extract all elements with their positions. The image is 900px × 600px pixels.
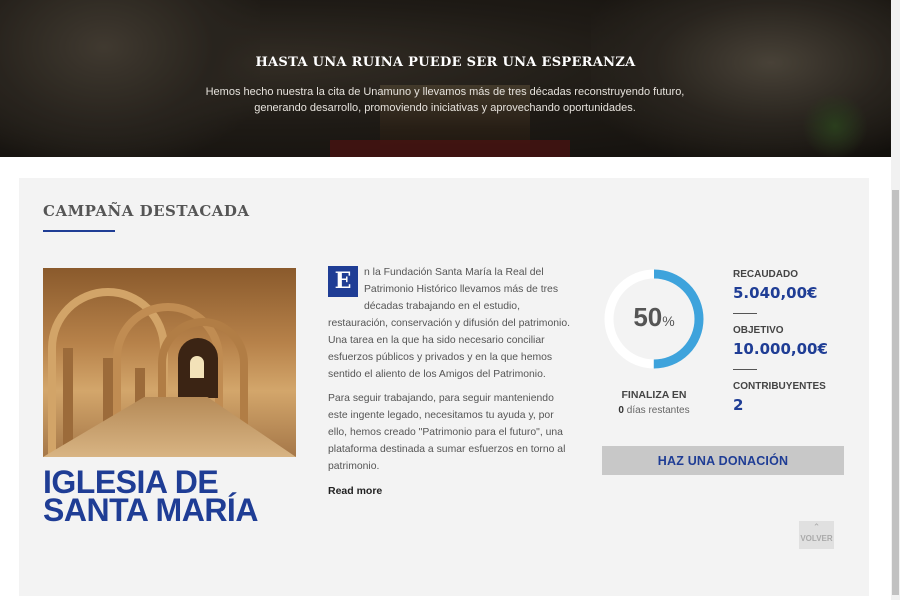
back-to-top-button[interactable]: ⌃ VOLVER — [799, 521, 834, 549]
contributors-value: 2 — [733, 396, 744, 414]
stat-separator — [733, 313, 757, 314]
paragraph-1-rest: restauración, conservación y difusión de… — [328, 318, 570, 380]
stat-separator — [733, 369, 757, 370]
featured-campaign-card: CAMPAÑA DESTACADA IGLESIA DE SANTA MARÍA… — [19, 178, 869, 596]
chevron-up-icon: ⌃ — [812, 522, 821, 532]
progress-symbol: % — [662, 313, 675, 329]
dropcap: E — [328, 266, 358, 297]
section-title: CAMPAÑA DESTACADA — [43, 202, 250, 220]
raised-value: 5.040,00€ — [733, 284, 818, 302]
progress-percent: 50% — [602, 302, 706, 333]
hero-banner: HASTA UNA RUINA PUEDE SER UNA ESPERANZA … — [0, 0, 891, 157]
section-underline — [43, 230, 115, 232]
raised-label: RECAUDADO — [733, 269, 798, 280]
photo-window — [190, 356, 204, 378]
days-text: días restantes — [623, 405, 690, 416]
paragraph-2: Para seguir trabajando, para seguir mant… — [328, 393, 566, 472]
days-remaining: 0 días restantes — [602, 405, 706, 416]
page: HASTA UNA RUINA PUEDE SER UNA ESPERANZA … — [0, 0, 900, 600]
back-label: VOLVER — [800, 534, 833, 543]
goal-label: OBJETIVO — [733, 325, 784, 336]
goal-value: 10.000,00€ — [733, 340, 828, 358]
paragraph-1-first: n la Fundación Santa María la Real del P… — [364, 267, 559, 312]
progress-number: 50 — [633, 302, 663, 332]
hero-title: HASTA UNA RUINA PUEDE SER UNA ESPERANZA — [255, 55, 636, 70]
scrollbar-thumb[interactable] — [892, 190, 899, 595]
donate-button[interactable]: HAZ UNA DONACIÓN — [602, 446, 844, 475]
ends-label: FINALIZA EN — [621, 389, 687, 401]
hero-overlay — [0, 0, 891, 157]
read-more-link[interactable]: Read more — [328, 485, 382, 497]
contributors-label: CONTRIBUYENTES — [733, 381, 826, 392]
hero-text: Hemos hecho nuestra la cita de Unamuno y… — [205, 86, 685, 114]
campaign-name[interactable]: IGLESIA DE SANTA MARÍA — [43, 466, 303, 526]
scrollbar[interactable] — [891, 0, 900, 600]
campaign-photo[interactable] — [43, 268, 296, 457]
